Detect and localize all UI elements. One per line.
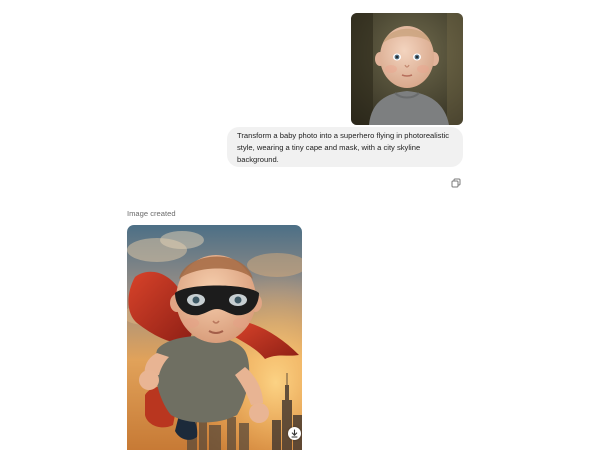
- image-created-label: Image created: [127, 209, 176, 218]
- copy-button[interactable]: [450, 177, 462, 189]
- user-message-bubble: Transform a baby photo into a superhero …: [227, 127, 463, 167]
- generated-image[interactable]: [127, 225, 302, 450]
- copy-icon: [451, 178, 461, 188]
- user-message-text: Transform a baby photo into a superhero …: [237, 131, 450, 164]
- download-icon: [291, 429, 298, 438]
- user-uploaded-photo[interactable]: [351, 13, 463, 125]
- download-button[interactable]: [288, 427, 301, 440]
